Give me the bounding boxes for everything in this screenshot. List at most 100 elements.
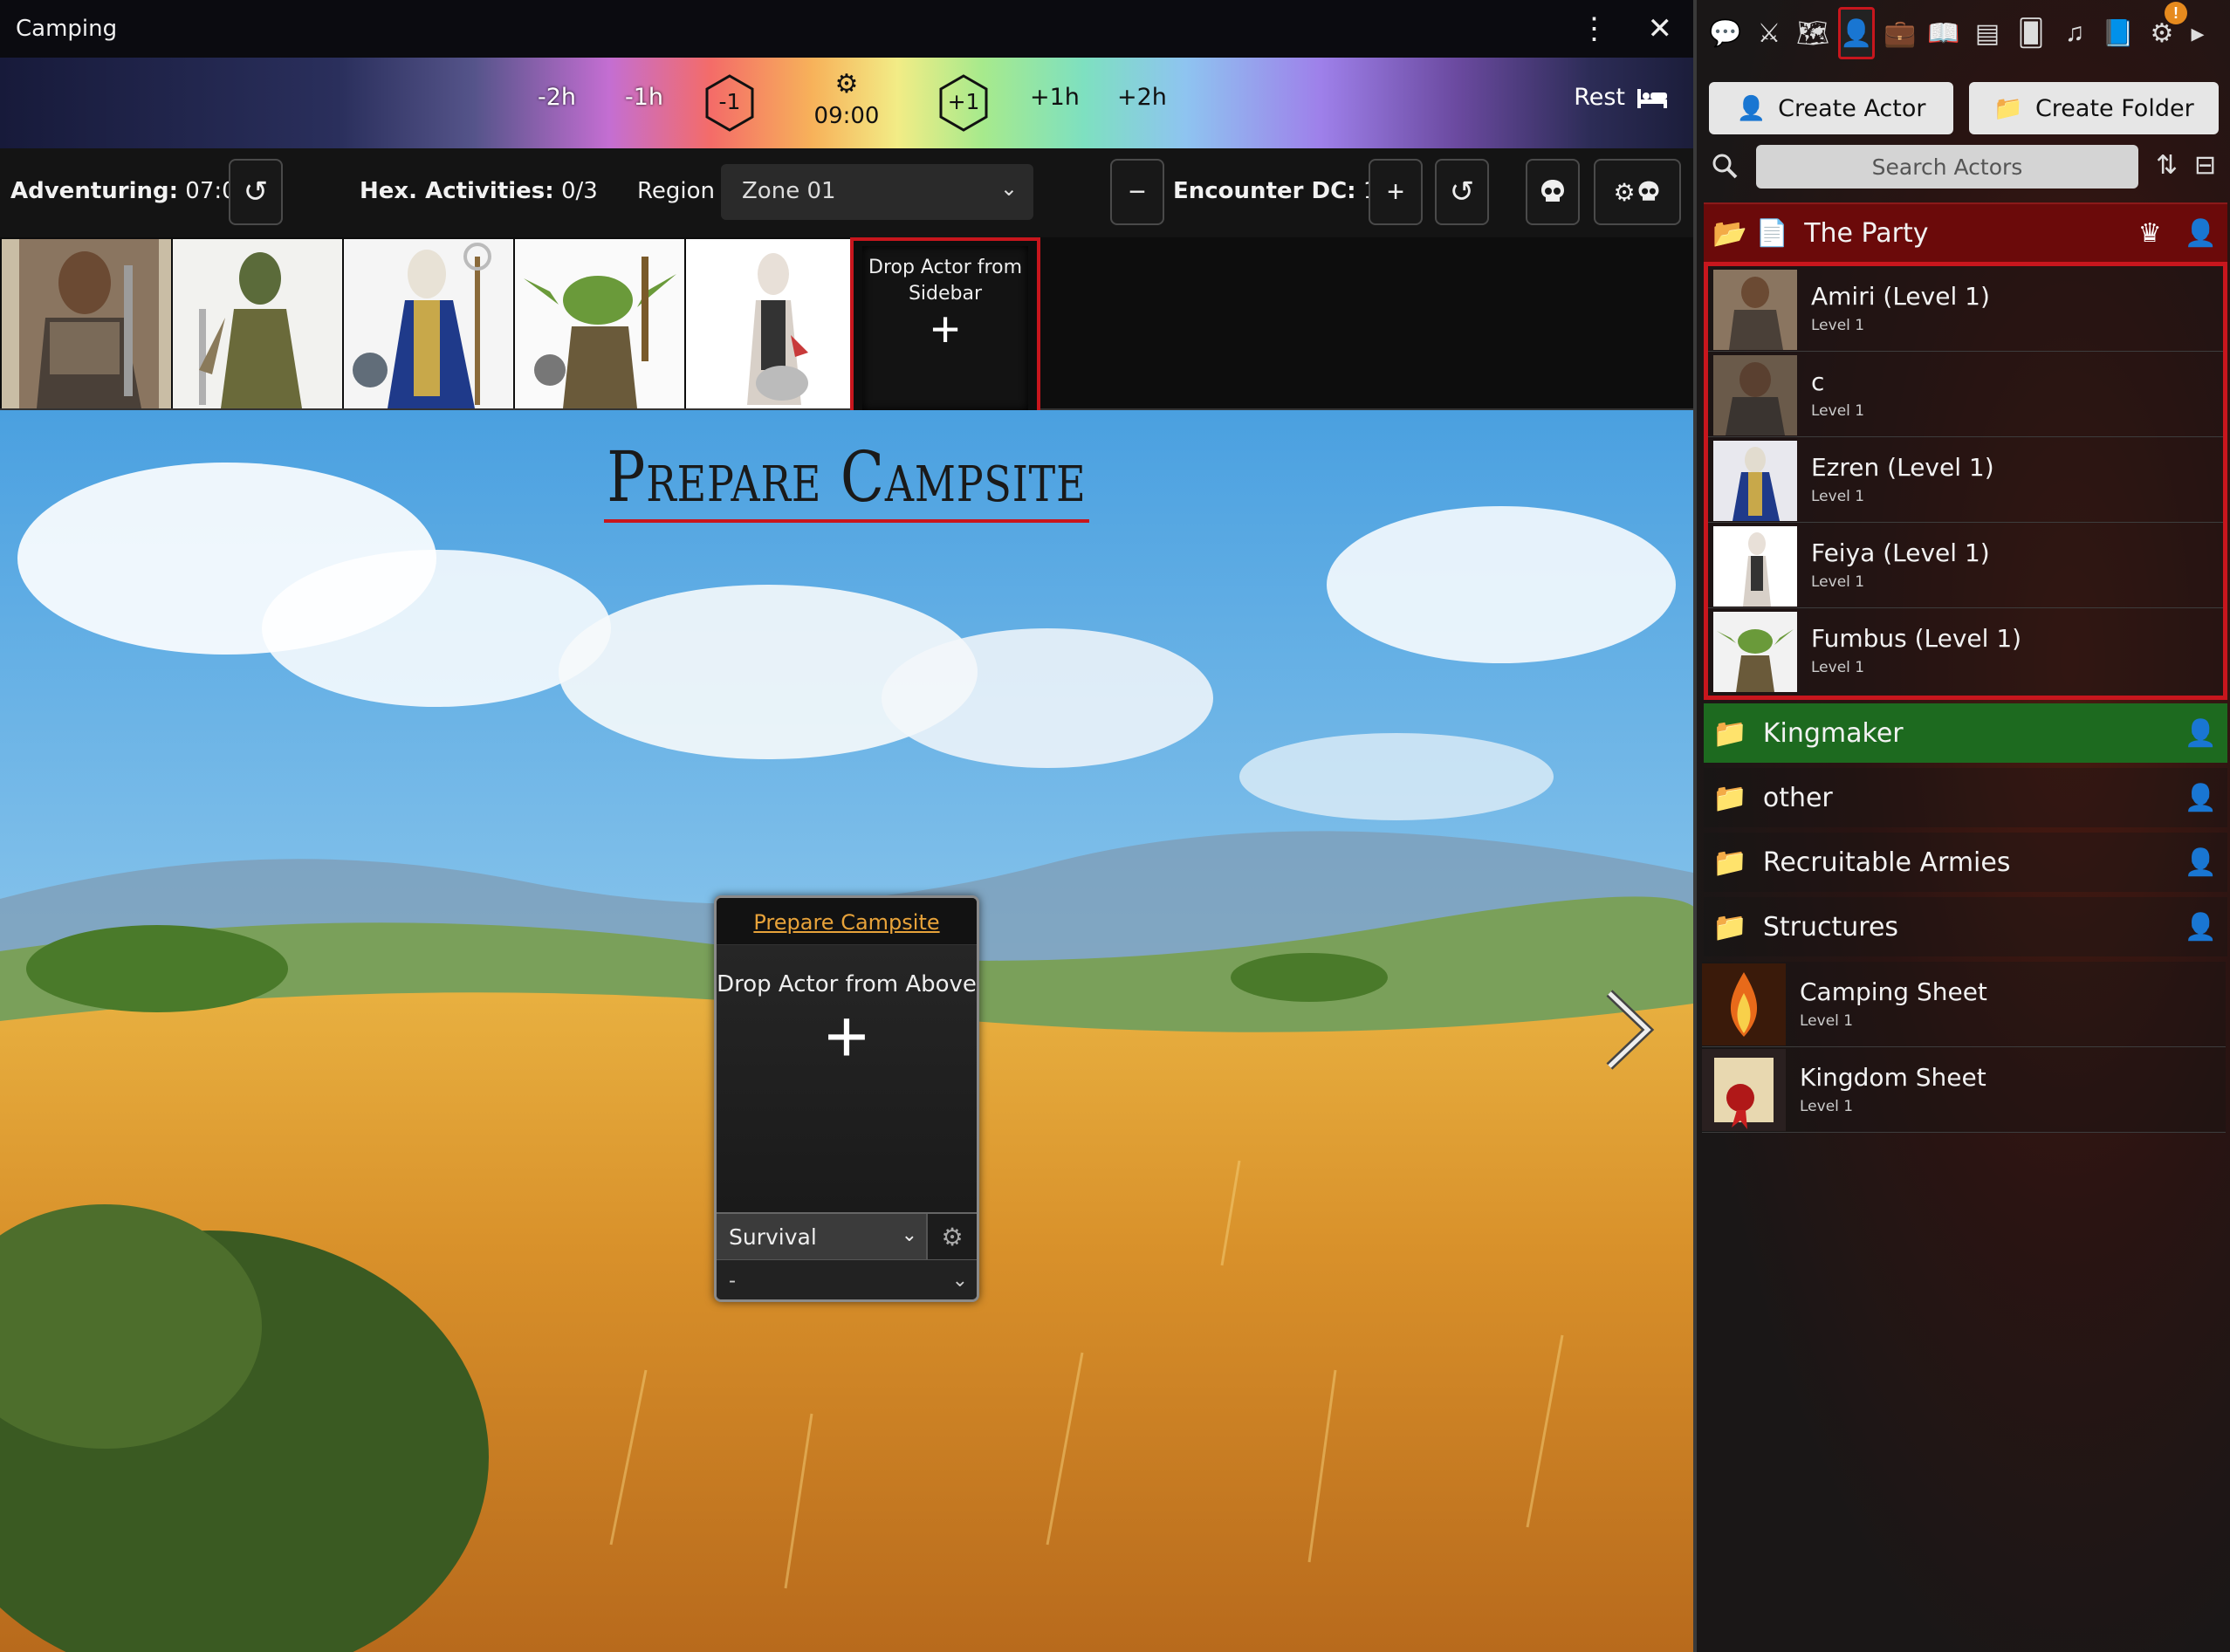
drop-actor-from-sidebar-slot[interactable]: Drop Actor from Sidebar + (850, 237, 1040, 421)
portrait-ezren[interactable] (344, 239, 513, 408)
camping-window: Camping ⋮ ✕ -2h -1h -1 ⚙ 09:00 +1 +1h +2… (0, 0, 1693, 1652)
folder-recruitable-armies[interactable]: 📁 Recruitable Armies 👤 (1704, 833, 2227, 892)
activity-card-title[interactable]: Prepare Campsite (717, 898, 977, 945)
minus-1-label: -1 (718, 89, 741, 114)
time-bar: -2h -1h -1 ⚙ 09:00 +1 +1h +2h Rest (0, 58, 1693, 148)
chevron-down-icon: ⌄ (901, 1224, 917, 1246)
actor-name: Feiya (Level 1) (1811, 538, 1990, 567)
window-title: Camping (16, 16, 118, 42)
scene-title: Prepare Campsite (0, 436, 1693, 523)
create-folder-button[interactable]: 📁 Create Folder (1969, 82, 2219, 134)
minus-1h-button[interactable]: -1h (625, 84, 663, 111)
roll-skill-button[interactable]: ⚙ (926, 1214, 977, 1259)
tab-cards[interactable]: 🂠 (2013, 7, 2049, 59)
actor-row-kingdom-sheet[interactable]: Kingdom Sheet Level 1 (1702, 1047, 2226, 1133)
crown-icon[interactable]: ♛ (2138, 218, 2162, 249)
plus-1-hex-button[interactable]: +1 (937, 73, 990, 133)
actor-row-amiri[interactable]: Amiri (Level 1) Level 1 (1708, 266, 2223, 352)
folder-other[interactable]: 📁 other 👤 (1704, 768, 2227, 827)
undo-icon: ↺ (1449, 175, 1475, 209)
folder-structures[interactable]: 📁 Structures 👤 (1704, 897, 2227, 956)
reset-adventuring-button[interactable]: ↺ (229, 159, 283, 225)
actor-row-camping-sheet[interactable]: Camping Sheet Level 1 (1702, 962, 2226, 1047)
region-label: Region (637, 178, 716, 204)
skill-select[interactable]: Survival ⌄ (717, 1214, 926, 1259)
roll-encounter-button[interactable] (1526, 159, 1580, 225)
portrait-feiya[interactable] (686, 239, 855, 408)
actor-row-feiya[interactable]: Feiya (Level 1) Level 1 (1708, 523, 2223, 608)
current-time: 09:00 (813, 103, 880, 129)
minus-2h-button[interactable]: -2h (538, 84, 576, 111)
notification-badge: ! (2165, 2, 2187, 24)
region-select[interactable]: Zone 01 ⌄ (721, 164, 1033, 220)
actor-row-c[interactable]: c Level 1 (1708, 352, 2223, 437)
check-encounter-button[interactable]: ⚙ (1594, 159, 1681, 225)
folder-name: other (1762, 782, 1833, 813)
window-titlebar[interactable]: Camping ⋮ ✕ (0, 0, 1693, 58)
cards-icon: 🂠 (2017, 18, 2045, 48)
tab-chat[interactable]: 💬 (1707, 7, 1744, 59)
tab-compendium[interactable]: 📘 (2100, 7, 2137, 59)
actor-row-fumbus[interactable]: Fumbus (Level 1) Level 1 (1708, 608, 2223, 694)
add-actor-icon[interactable]: 👤 (2185, 718, 2217, 749)
dc-select[interactable]: - ⌄ (717, 1259, 977, 1299)
dice-icon: ⚙ (1613, 178, 1636, 206)
create-actor-button[interactable]: 👤 Create Actor (1709, 82, 1953, 134)
skull-icon (1638, 181, 1659, 201)
increase-dc-button[interactable]: + (1369, 159, 1423, 225)
actor-row-ezren[interactable]: Ezren (Level 1) Level 1 (1708, 437, 2223, 523)
actor-name: Fumbus (Level 1) (1811, 624, 2022, 653)
decrease-dc-button[interactable]: − (1110, 159, 1164, 225)
scroll-seal-thumbnail (1702, 1049, 1786, 1131)
add-actor-icon[interactable]: 👤 (2185, 218, 2217, 249)
reset-dc-button[interactable]: ↺ (1435, 159, 1489, 225)
portrait-fumbus[interactable] (515, 239, 684, 408)
tab-tables[interactable]: ▤ (1969, 7, 2006, 59)
map-icon: 🗺 (1795, 18, 1830, 48)
sun-gear-icon: ⚙ (834, 70, 859, 99)
book-icon: 📖 (1927, 18, 1960, 48)
plus-1h-button[interactable]: +1h (1030, 84, 1080, 111)
portrait-amiri[interactable] (2, 239, 171, 408)
collapse-sidebar-button[interactable]: ▸ (2187, 7, 2208, 59)
actor-level: Level 1 (1811, 488, 1865, 505)
chevron-right-icon[interactable] (1597, 986, 1658, 1073)
actor-level: Level 1 (1811, 659, 1865, 676)
folder-name: Kingmaker (1762, 717, 1904, 749)
clock: ⚙ 09:00 (812, 70, 882, 130)
folder-open-icon: 📂 (1712, 217, 1747, 249)
tab-playlists[interactable]: ♫ (2056, 7, 2093, 59)
tab-settings[interactable]: ⚙! (2144, 2, 2187, 59)
folder-the-party[interactable]: 📂 📄 The Party ♛ 👤 (1704, 202, 2227, 262)
plus-2h-button[interactable]: +2h (1117, 84, 1167, 111)
minus-1-hex-button[interactable]: -1 (703, 73, 756, 133)
search-actors-input[interactable] (1756, 145, 2138, 189)
rest-button[interactable]: Rest (1574, 84, 1669, 111)
add-actor-icon[interactable]: 👤 (2185, 912, 2217, 943)
folder-kingmaker[interactable]: 📁 Kingmaker 👤 (1704, 703, 2227, 763)
plus-1-label: +1 (947, 89, 980, 114)
portrait-c[interactable] (173, 239, 342, 408)
collapse-folders-icon[interactable]: ⊟ (2194, 150, 2216, 181)
tab-journal[interactable]: 📖 (1925, 7, 1962, 59)
tab-actors[interactable]: 👤 (1838, 7, 1875, 59)
dc-value: - (729, 1269, 736, 1292)
drop-actor-from-above-slot[interactable]: Drop Actor from Above + (717, 945, 977, 1212)
close-icon[interactable]: ✕ (1648, 11, 1673, 46)
actor-level: Level 1 (1800, 1098, 1854, 1115)
dice-icon: ⚙ (941, 1223, 964, 1251)
add-actor-icon[interactable]: 👤 (2185, 847, 2217, 878)
kebab-menu-icon[interactable]: ⋮ (1580, 11, 1609, 46)
folder-name: Structures (1762, 911, 1899, 943)
tab-combat[interactable]: ⚔ (1751, 7, 1787, 59)
sort-icon[interactable]: ⇅ (2156, 150, 2178, 181)
tab-items[interactable]: 💼 (1882, 7, 1918, 59)
campfire-thumbnail (1702, 963, 1786, 1045)
actor-thumbnail (1713, 526, 1797, 607)
atlas-icon: 📘 (2102, 18, 2135, 48)
tab-scenes[interactable]: 🗺 (1794, 7, 1831, 59)
region-value: Zone 01 (742, 178, 836, 204)
add-actor-icon[interactable]: 👤 (2185, 783, 2217, 813)
folder-icon: 📁 (1712, 782, 1747, 813)
suitcase-icon: 💼 (1883, 18, 1917, 48)
